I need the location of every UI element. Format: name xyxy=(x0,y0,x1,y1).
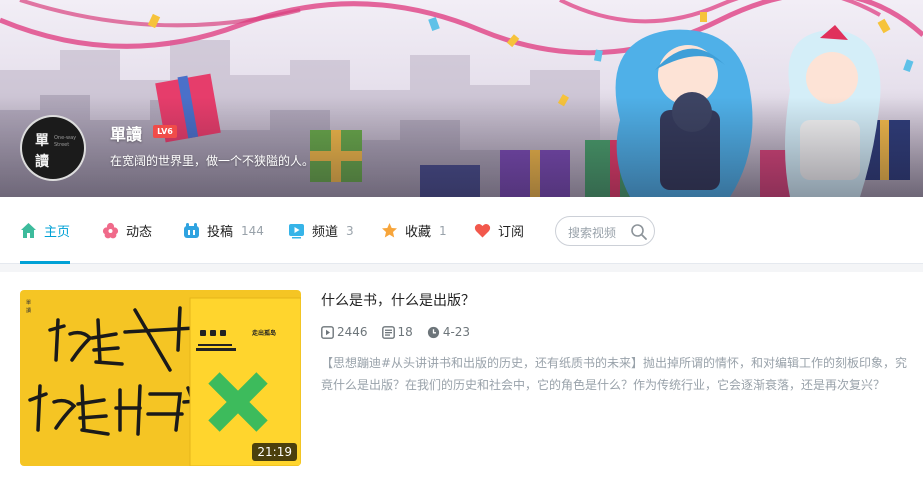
tab-favorites[interactable]: 收藏 1 xyxy=(381,197,447,264)
avatar-char-2: 讀 xyxy=(35,154,49,170)
user-name: 單讀 xyxy=(110,125,143,144)
video-duration: 21:19 xyxy=(252,443,297,461)
video-thumbnail[interactable]: 單 讀 走出孤岛 21:19 xyxy=(20,290,301,466)
tab-channels[interactable]: 频道 3 xyxy=(288,197,354,264)
profile-banner: 單 讀 One-way Street 單讀 LV6 在宽阔的世界里，做一个不狭隘… xyxy=(0,0,923,197)
feed-icon xyxy=(102,222,119,239)
user-signature: 在宽阔的世界里，做一个不狭隘的人。 xyxy=(110,154,315,168)
clock-icon xyxy=(427,326,439,338)
tab-uploads[interactable]: 投稿 144 xyxy=(183,197,264,264)
tab-subscriptions-label: 订阅 xyxy=(498,225,525,240)
active-tab-indicator xyxy=(20,261,70,264)
video-search-input[interactable]: 搜索视频 xyxy=(555,216,655,246)
danmaku-count-value: 18 xyxy=(397,325,413,339)
video-meta: 2446 18 4-23 xyxy=(321,324,484,340)
danmaku-count: 18 xyxy=(381,325,413,339)
search-icon[interactable] xyxy=(630,223,648,241)
upload-icon xyxy=(184,223,199,238)
avatar-subtext-2: Street xyxy=(54,142,70,148)
avatar-char-1: 單 xyxy=(35,133,49,149)
profile-nav: 主页 动态 投稿 144 频道 3 收藏 1 订阅 搜索视频 xyxy=(0,197,923,264)
home-icon xyxy=(21,223,36,238)
tab-channels-count: 3 xyxy=(346,223,354,238)
book-cover-title: 走出孤岛 xyxy=(252,330,277,337)
tab-home[interactable]: 主页 xyxy=(20,197,70,264)
tab-channels-label: 频道 xyxy=(312,225,339,240)
avatar-subtext-1: One-way xyxy=(54,135,77,141)
tab-favorites-label: 收藏 xyxy=(405,225,432,240)
star-icon xyxy=(382,223,397,238)
level-badge: LV6 xyxy=(153,125,177,138)
heart-icon xyxy=(474,224,491,238)
tab-feed-label: 动态 xyxy=(126,225,153,240)
thumbnail-artwork: 單 讀 xyxy=(26,297,301,466)
thumb-small-char-2: 讀 xyxy=(26,307,31,314)
video-title[interactable]: 什么是书，什么是出版？ xyxy=(321,290,475,310)
tab-uploads-count: 144 xyxy=(241,223,264,238)
play-count: 2446 xyxy=(321,325,368,339)
search-placeholder: 搜索视频 xyxy=(568,226,617,240)
video-list: 單 讀 走出孤岛 21:19 什么是书，什么是出版？ 2446 18 4-23 … xyxy=(0,272,923,483)
thumb-small-char-1: 單 xyxy=(26,300,31,306)
banner-shade xyxy=(0,97,923,197)
tab-feed[interactable]: 动态 xyxy=(102,197,152,264)
tab-subscriptions[interactable]: 订阅 xyxy=(474,197,524,264)
video-description: 【思想蹦迪#从头讲讲书和出版的历史，还有纸质书的未来】抛出掉所谓的情怀，和对编辑… xyxy=(321,356,908,392)
play-icon xyxy=(321,325,334,339)
upload-date-value: 4-23 xyxy=(442,325,471,339)
tab-home-label: 主页 xyxy=(44,225,71,240)
tab-favorites-count: 1 xyxy=(439,223,447,238)
tab-uploads-label: 投稿 xyxy=(207,225,234,240)
channel-icon xyxy=(289,224,304,239)
play-count-value: 2446 xyxy=(337,325,368,339)
avatar[interactable]: 單 讀 One-way Street xyxy=(20,115,86,181)
danmaku-icon xyxy=(381,325,395,339)
upload-date: 4-23 xyxy=(427,325,470,339)
